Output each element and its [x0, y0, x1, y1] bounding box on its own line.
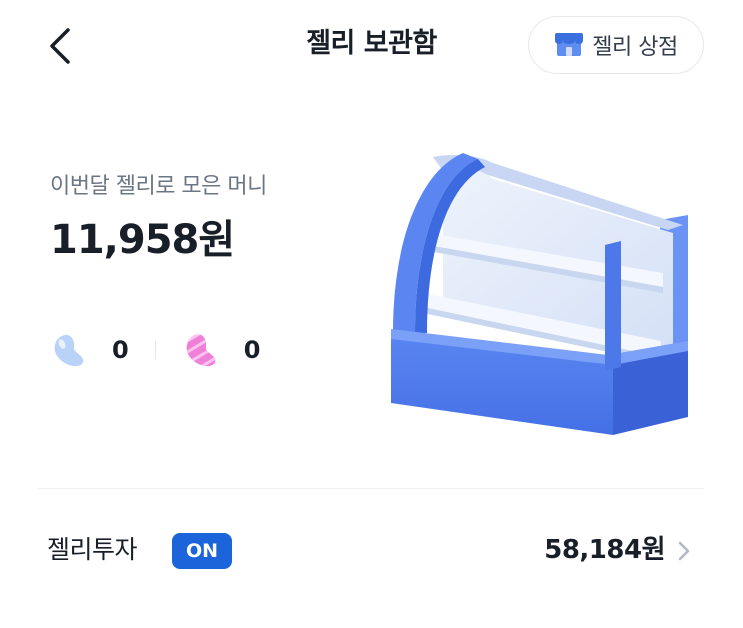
investment-status-badge[interactable]: ON [172, 533, 232, 569]
jelly-investment-label: 젤리투자 [47, 535, 138, 564]
jelly-store-label: 젤리 상점 [592, 35, 678, 60]
monthly-savings-label: 이번달 젤리로 모은 머니 [50, 174, 267, 199]
jelly-divider [154, 341, 156, 359]
blue-jelly-count: 0 [112, 336, 129, 364]
pink-jelly-icon [186, 334, 216, 367]
blue-jelly-icon [54, 334, 84, 367]
store-icon [555, 33, 584, 56]
jelly-store-button[interactable]: 젤리 상점 [528, 16, 704, 74]
investment-amount[interactable]: 58,184원 [544, 530, 665, 570]
chevron-right-icon[interactable] [676, 538, 692, 564]
section-divider [38, 488, 704, 489]
display-case-illustration [391, 153, 688, 435]
monthly-savings-amount: 11,958원 [50, 217, 235, 263]
pink-jelly-count: 0 [243, 336, 261, 364]
jelly-counts: 0 0 [50, 330, 260, 370]
